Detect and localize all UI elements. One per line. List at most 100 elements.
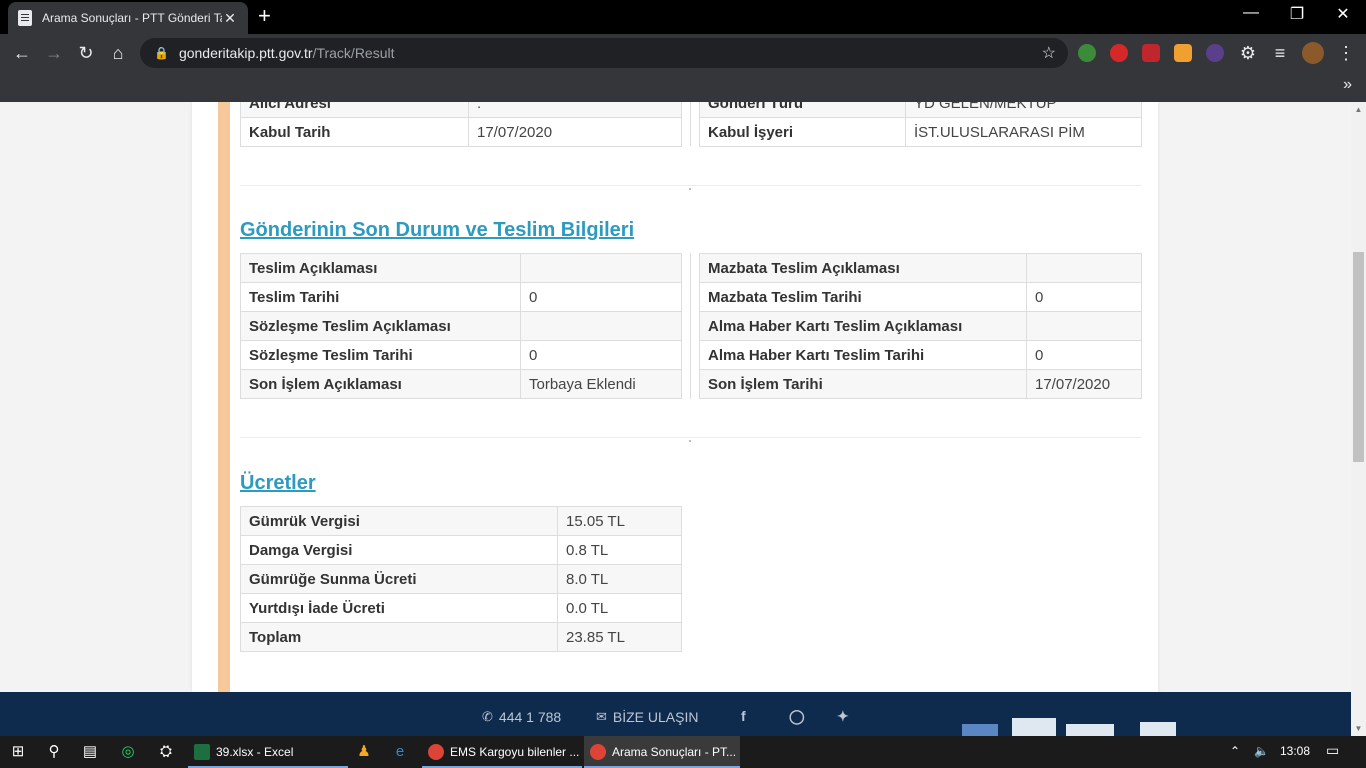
footer-phone[interactable]: ✆ 444 1 788	[482, 709, 561, 725]
status-left-key: Teslim Tarihi	[240, 282, 521, 312]
fee-total-key: Toplam	[240, 622, 558, 652]
taskbar-app-chrome-1[interactable]: EMS Kargoyu bilenler ...	[422, 736, 582, 768]
media-queue-icon[interactable]: ≡	[1268, 41, 1292, 65]
extension-grid-icon[interactable]	[1174, 44, 1192, 62]
decorative-illustration	[1140, 722, 1176, 736]
status-left-key: Sözleşme Teslim Açıklaması	[240, 311, 521, 341]
bookmarks-bar: »	[0, 72, 1366, 102]
back-arrow-icon[interactable]: ←	[10, 41, 34, 65]
notification-icon[interactable]: ▭	[1326, 742, 1339, 759]
menu-kebab-icon[interactable]: ⋮	[1334, 41, 1358, 65]
cut-row-right-key: Gönderi Türü	[699, 102, 906, 118]
decorative-illustration	[962, 724, 998, 736]
sender-info-table-right: Gönderi Türü YD GELEN/MEKTUP Kabul İşyeri…	[699, 102, 1142, 147]
instagram-icon[interactable]: ◯	[789, 708, 805, 725]
fee-value: 0.0 TL	[557, 593, 682, 623]
restore-icon[interactable]: ❐	[1274, 4, 1320, 24]
chrome-icon	[428, 744, 444, 760]
kabul-isyeri-key: Kabul İşyeri	[699, 117, 906, 147]
status-left-value	[520, 311, 682, 341]
chevron-up-icon[interactable]: ⌃	[1230, 744, 1240, 758]
page-viewport: Alıcı Adresi: Kabul Tarih 17/07/2020 Gönd…	[0, 102, 1366, 692]
extension-hand-icon[interactable]	[1110, 44, 1128, 62]
status-right-value	[1026, 253, 1142, 283]
taskbar-app-label: Arama Sonuçları - PT...	[612, 745, 737, 759]
status-left-key: Teslim Açıklaması	[240, 253, 521, 283]
status-right-value: 0	[1026, 282, 1142, 312]
whatsapp-icon[interactable]: ◎	[118, 742, 138, 762]
address-bar[interactable]: 🔒 gonderitakip.ptt.gov.tr/Track/Result ☆	[140, 38, 1068, 68]
footer-phone-number: 444 1 788	[498, 709, 562, 725]
cut-row-value: :	[468, 102, 682, 118]
status-right-value: 17/07/2020	[1026, 369, 1142, 399]
scroll-thumb[interactable]	[1353, 252, 1364, 462]
task-view-icon[interactable]: ▤	[80, 742, 100, 762]
extension-video-icon[interactable]	[1142, 44, 1160, 62]
clock[interactable]: 13:08	[1280, 744, 1310, 758]
page-scrollbar[interactable]: ▲ ▼	[1351, 102, 1366, 736]
taskbar-app-label: 39.xlsx - Excel	[216, 745, 294, 759]
browser-tab-active[interactable]: Arama Sonuçları - PTT Gönderi Ta ✕	[8, 2, 248, 34]
reload-icon[interactable]: ↻	[74, 41, 98, 65]
status-table-left: Teslim Açıklaması Teslim Tarihi 0 Sözleşm…	[240, 253, 682, 399]
plus-icon[interactable]: +	[258, 5, 271, 27]
forward-arrow-icon[interactable]: →	[42, 41, 66, 65]
status-right-key: Mazbata Teslim Tarihi	[699, 282, 1027, 312]
sender-info-table-left: Alıcı Adresi: Kabul Tarih 17/07/2020	[240, 102, 682, 147]
search-icon[interactable]: ⚲	[44, 742, 64, 762]
scroll-down-icon[interactable]: ▼	[1354, 724, 1363, 733]
minimize-icon[interactable]: —	[1228, 4, 1274, 22]
taskbar-app-chrome-2[interactable]: Arama Sonuçları - PT...	[584, 736, 740, 768]
twitter-icon[interactable]: ✦	[837, 708, 849, 725]
status-left-value: Torbaya Eklendi	[520, 369, 682, 399]
windows-start-icon[interactable]: ⊞	[8, 742, 28, 762]
taskbar-app-excel[interactable]: 39.xlsx - Excel	[188, 736, 348, 768]
column-separator	[690, 253, 691, 399]
result-card: Alıcı Adresi: Kabul Tarih 17/07/2020 Gönd…	[192, 102, 1158, 692]
status-left-value: 0	[520, 340, 682, 370]
fee-key: Yurtdışı İade Ücreti	[240, 593, 558, 623]
status-right-value	[1026, 311, 1142, 341]
home-icon[interactable]: ⌂	[106, 41, 130, 65]
bookmark-star-icon[interactable]: ☆	[1042, 43, 1056, 63]
fee-total-value: 23.85 TL	[557, 622, 682, 652]
extension-circle-icon[interactable]	[1206, 44, 1224, 62]
windows-taskbar: ⊞ ⚲ ▤ ◎ ⛭ 39.xlsx - Excel ♟ e EMS Kargoy…	[0, 736, 1366, 768]
status-table-right: Mazbata Teslim Açıklaması Mazbata Teslim…	[699, 253, 1142, 399]
browser-toolbar: ← → ↻ ⌂ 🔒 gonderitakip.ptt.gov.tr/Track/…	[0, 34, 1366, 72]
extensions-puzzle-icon[interactable]: ⚙	[1236, 41, 1260, 65]
cut-row-right-value: YD GELEN/MEKTUP	[905, 102, 1142, 118]
status-right-key: Son İşlem Tarihi	[699, 369, 1027, 399]
user-icon[interactable]: ♟	[354, 742, 374, 762]
kabul-tarih-key: Kabul Tarih	[240, 117, 469, 147]
fee-value: 0.8 TL	[557, 535, 682, 565]
url-host: gonderitakip.ptt.gov.tr	[178, 45, 313, 61]
divider-dot	[689, 440, 691, 442]
fees-table: Gümrük Vergisi 15.05 TL Damga Vergisi 0.8 …	[240, 506, 682, 652]
status-right-value: 0	[1026, 340, 1142, 370]
status-left-key: Son İşlem Açıklaması	[240, 369, 521, 399]
section-divider	[240, 185, 1142, 186]
site-footer: ✆ 444 1 788 ✉ BİZE ULAŞIN f ◯ ✦	[0, 692, 1351, 736]
kabul-tarih-value: 17/07/2020	[468, 117, 682, 147]
status-section-title[interactable]: Gönderinin Son Durum ve Teslim Bilgileri	[240, 219, 634, 242]
status-right-key: Mazbata Teslim Açıklaması	[699, 253, 1027, 283]
status-right-key: Alma Haber Kartı Teslim Tarihi	[699, 340, 1027, 370]
document-icon	[18, 10, 32, 26]
volume-icon[interactable]: 🔈	[1254, 744, 1269, 758]
extension-globe-icon[interactable]	[1078, 44, 1096, 62]
tool-icon[interactable]: ⛭	[156, 742, 176, 762]
fees-section-title[interactable]: Ücretler	[240, 472, 316, 495]
tab-close-icon[interactable]: ✕	[222, 10, 238, 27]
facebook-icon[interactable]: f	[741, 708, 746, 724]
lock-icon: 🔒	[154, 46, 169, 60]
scroll-up-icon[interactable]: ▲	[1354, 105, 1363, 114]
kabul-isyeri-value: İST.ULUSLARARASI PİM	[905, 117, 1142, 147]
internet-explorer-icon[interactable]: e	[390, 742, 410, 762]
chevron-double-right-icon[interactable]: »	[1343, 76, 1352, 94]
decorative-illustration	[1012, 718, 1056, 736]
close-icon[interactable]: ✕	[1320, 4, 1366, 24]
footer-contact[interactable]: ✉ BİZE ULAŞIN	[596, 709, 699, 725]
profile-avatar[interactable]	[1302, 42, 1324, 64]
footer-contact-label: BİZE ULAŞIN	[612, 709, 699, 725]
